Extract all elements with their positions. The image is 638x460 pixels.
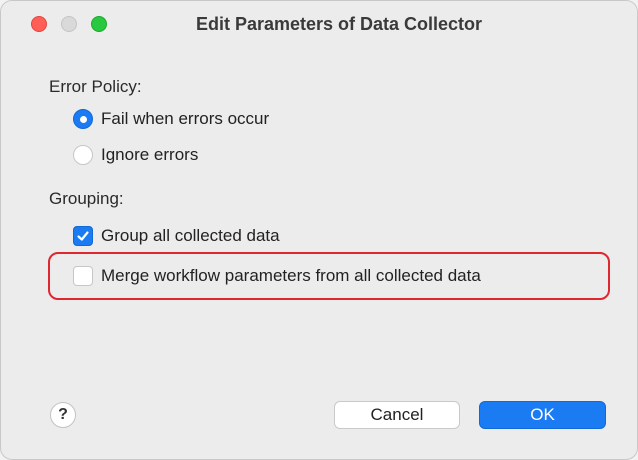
- ok-button[interactable]: OK: [479, 401, 606, 429]
- checkbox-merge-workflow-parameters-label[interactable]: Merge workflow parameters from all colle…: [101, 266, 481, 286]
- dialog-title: Edit Parameters of Data Collector: [195, 14, 483, 34]
- radio-selected-icon[interactable]: [73, 109, 93, 129]
- radio-unselected-icon[interactable]: [73, 145, 93, 165]
- radio-ignore-errors[interactable]: Ignore errors: [73, 144, 198, 166]
- checkbox-group-all-data[interactable]: Group all collected data: [73, 225, 280, 247]
- checkbox-merge-workflow-parameters[interactable]: Merge workflow parameters from all colle…: [73, 265, 481, 287]
- unchecked-box-icon[interactable]: [73, 266, 93, 286]
- error-policy-label: Error Policy:: [49, 77, 142, 96]
- radio-fail-on-errors-label[interactable]: Fail when errors occur: [101, 109, 269, 129]
- cancel-button[interactable]: Cancel: [334, 401, 460, 429]
- dialog-window: Edit Parameters of Data Collector Error …: [0, 0, 638, 460]
- checkbox-group-all-data-label[interactable]: Group all collected data: [101, 226, 280, 246]
- grouping-label: Grouping:: [49, 189, 124, 208]
- title-bar[interactable]: Edit Parameters of Data Collector: [1, 1, 637, 51]
- radio-fail-on-errors[interactable]: Fail when errors occur: [73, 108, 269, 130]
- checkmark-icon[interactable]: [73, 226, 93, 246]
- help-button[interactable]: ?: [50, 402, 76, 428]
- radio-ignore-errors-label[interactable]: Ignore errors: [101, 145, 198, 165]
